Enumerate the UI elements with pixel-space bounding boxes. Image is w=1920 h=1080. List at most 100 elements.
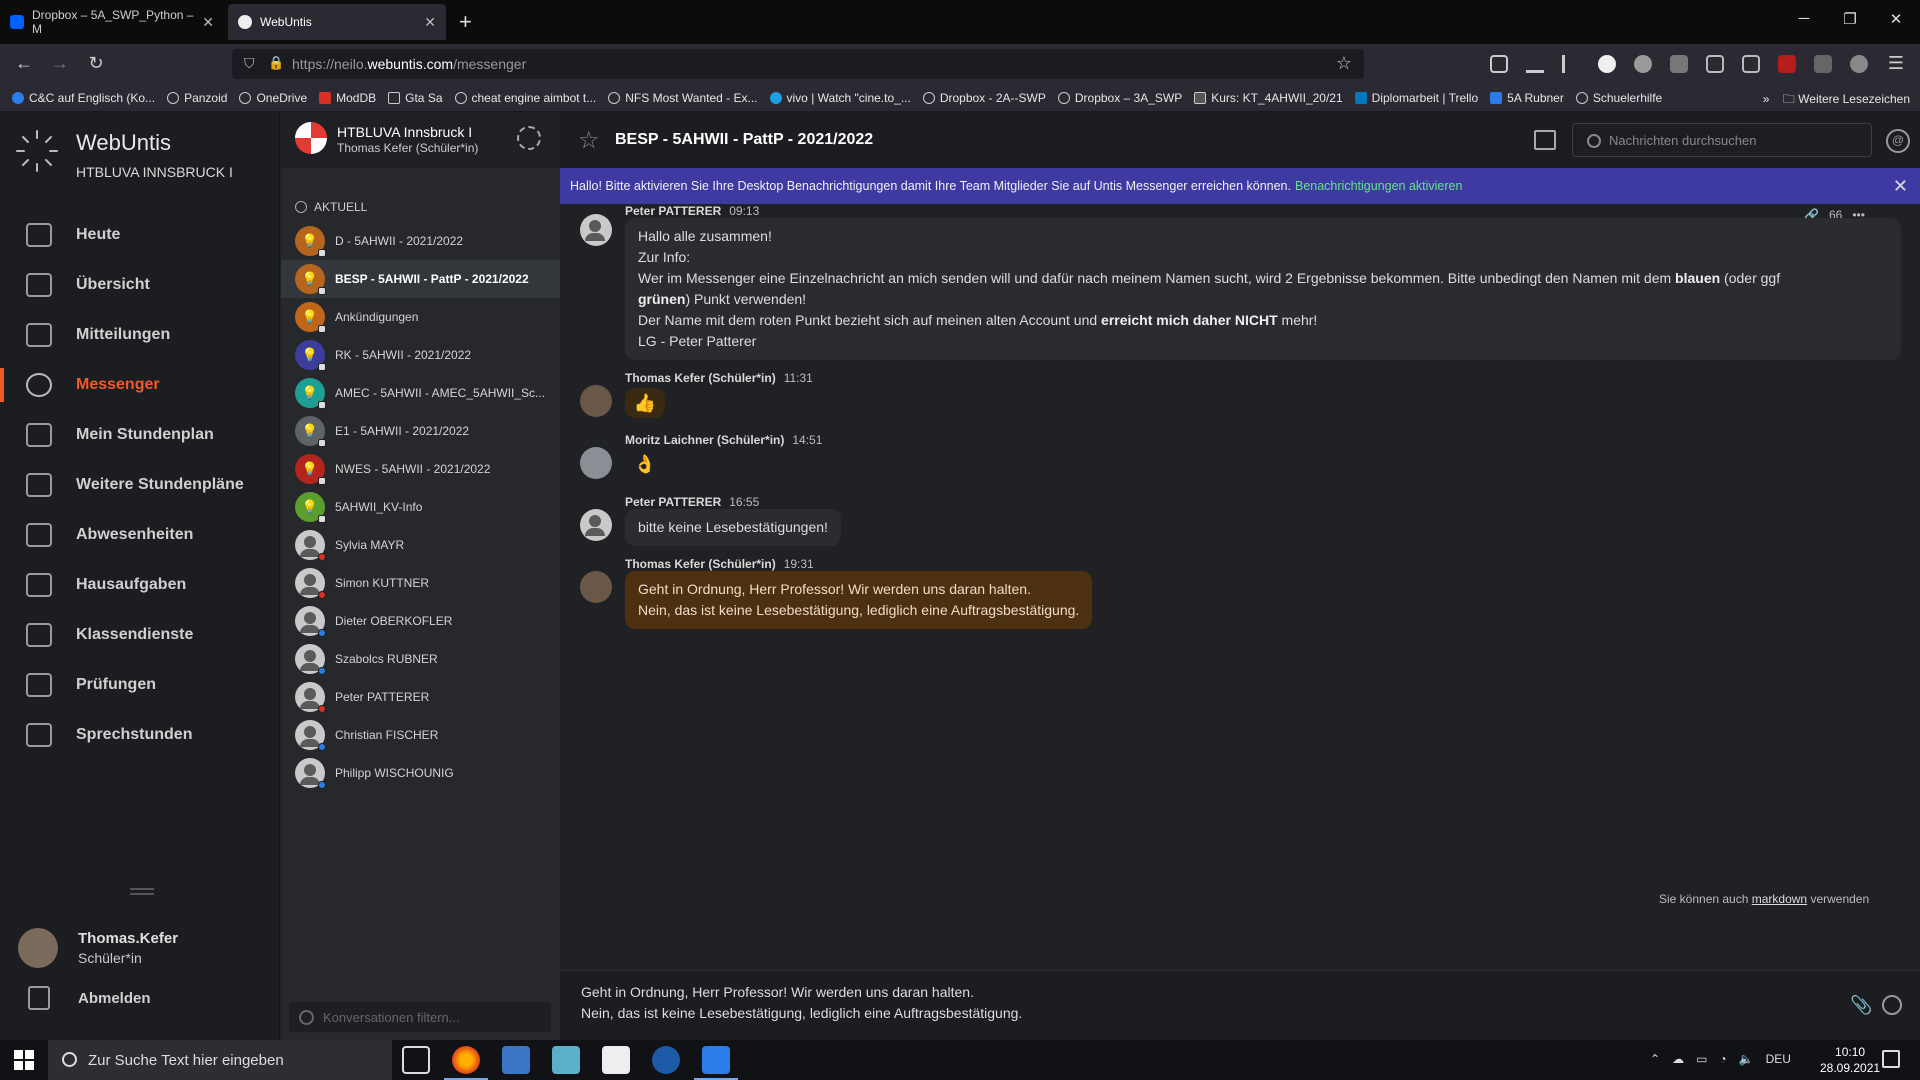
drag-handle-icon[interactable]: [130, 888, 154, 895]
close-icon[interactable]: ✕: [1893, 176, 1908, 197]
bookmark-item[interactable]: Panzoid: [167, 91, 227, 105]
message-input[interactable]: Geht in Ordnung, Herr Professor! Wir wer…: [581, 982, 1022, 1024]
language-indicator[interactable]: DEU: [1766, 1052, 1791, 1066]
bookmark-item[interactable]: vivo | Watch "cine.to_...: [769, 91, 911, 105]
nav-heute[interactable]: Heute: [0, 210, 280, 260]
markdown-link[interactable]: markdown: [1752, 892, 1807, 906]
attachment-icon[interactable]: 📎: [1850, 995, 1872, 1016]
emoji-picker-icon[interactable]: [1882, 995, 1902, 1015]
app-icon[interactable]: [502, 1046, 530, 1074]
nav-uebersicht[interactable]: Übersicht: [0, 260, 280, 310]
extension-icon[interactable]: [1706, 55, 1724, 73]
cloud-icon[interactable]: ☁: [1672, 1052, 1684, 1066]
nav-pruefungen[interactable]: Prüfungen: [0, 660, 280, 710]
logout-button[interactable]: Abmelden: [0, 978, 280, 1018]
extension-icon[interactable]: [1634, 55, 1652, 73]
conversation-item[interactable]: 💡 AMEC - 5AHWII - AMEC_5AHWII_Sc...: [281, 374, 560, 412]
conversation-item[interactable]: 💡 RK - 5AHWII - 2021/2022: [281, 336, 560, 374]
mention-icon[interactable]: @: [1886, 129, 1910, 153]
volume-icon[interactable]: 🔈: [1739, 1052, 1754, 1066]
bookmark-item[interactable]: 5A Rubner: [1490, 91, 1564, 105]
nav-hausaufgaben[interactable]: Hausaufgaben: [0, 560, 280, 610]
bookmark-item[interactable]: cheat engine aimbot t...: [454, 91, 596, 105]
document-icon[interactable]: [694, 1046, 738, 1080]
close-tab-icon[interactable]: ✕: [424, 14, 436, 31]
battery-icon[interactable]: ▭: [1696, 1052, 1707, 1066]
bookmark-item[interactable]: C&C auf Englisch (Ko...: [12, 91, 155, 105]
new-tab-button[interactable]: +: [459, 9, 472, 35]
lock-icon[interactable]: 🔒: [268, 55, 284, 71]
menu-icon[interactable]: ☰: [1884, 53, 1908, 74]
conversation-filter-input[interactable]: Konversationen filtern...: [289, 1002, 551, 1032]
conversation-item[interactable]: Sylvia MAYR: [281, 526, 560, 564]
windows-start-icon[interactable]: [14, 1050, 34, 1070]
favorite-star-icon[interactable]: ☆: [578, 126, 600, 155]
nav-mitteilungen[interactable]: Mitteilungen: [0, 310, 280, 360]
clock[interactable]: 10:10 28.09.2021: [1820, 1044, 1880, 1076]
conversation-item[interactable]: Dieter OBERKOFLER: [281, 602, 560, 640]
extension-icon[interactable]: [1814, 55, 1832, 73]
app-icon[interactable]: [652, 1046, 680, 1074]
nav-klassendienste[interactable]: Klassendienste: [0, 610, 280, 660]
bookmark-star-icon[interactable]: ☆: [1336, 53, 1352, 74]
enable-notifications-link[interactable]: Benachrichtigungen aktivieren: [1295, 179, 1462, 193]
gear-icon[interactable]: [517, 126, 541, 150]
conversation-item[interactable]: 💡 D - 5AHWII - 2021/2022: [281, 222, 560, 260]
conversation-item[interactable]: 💡 E1 - 5AHWII - 2021/2022: [281, 412, 560, 450]
user-name[interactable]: Thomas.Kefer: [78, 930, 178, 947]
conversation-item[interactable]: 💡 BESP - 5AHWII - PattP - 2021/2022: [281, 260, 560, 298]
conversation-item[interactable]: Szabolcs RUBNER: [281, 640, 560, 678]
bookmarks-more[interactable]: » 🗀 Weitere Lesezeichen: [1763, 90, 1910, 111]
ublock-icon[interactable]: [1778, 55, 1796, 73]
reload-icon[interactable]: ↻: [84, 53, 108, 74]
conversation-item[interactable]: Christian FISCHER: [281, 716, 560, 754]
extension-icon[interactable]: [1850, 55, 1868, 73]
extension-icon[interactable]: [1670, 55, 1688, 73]
minimize-window-button[interactable]: ─: [1784, 10, 1824, 27]
extension-icon[interactable]: [1598, 55, 1616, 73]
bookmark-item[interactable]: OneDrive: [239, 91, 307, 105]
conversation-item[interactable]: 💡 NWES - 5AHWII - 2021/2022: [281, 450, 560, 488]
extension-icon[interactable]: [1742, 55, 1760, 73]
conversation-item[interactable]: Simon KUTTNER: [281, 564, 560, 602]
nav-weitere-stundenplaene[interactable]: Weitere Stundenpläne: [0, 460, 280, 510]
nav-abwesenheiten[interactable]: Abwesenheiten: [0, 510, 280, 560]
conversation-item[interactable]: 💡 Ankündigungen: [281, 298, 560, 336]
user-avatar[interactable]: [18, 928, 58, 968]
bookmark-item[interactable]: Gta Sa: [388, 91, 443, 105]
app-icon[interactable]: [552, 1046, 580, 1074]
message-composer[interactable]: Geht in Ordnung, Herr Professor! Wir wer…: [560, 970, 1920, 1040]
message-search-input[interactable]: Nachrichten durchsuchen: [1572, 123, 1872, 157]
bookmark-item[interactable]: NFS Most Wanted - Ex...: [608, 91, 758, 105]
close-tab-icon[interactable]: ✕: [202, 14, 214, 31]
bookmark-item[interactable]: Dropbox - 2A--SWP: [922, 91, 1046, 105]
task-view-icon[interactable]: [402, 1046, 430, 1074]
bookmark-item[interactable]: ModDB: [319, 91, 376, 105]
conversation-item[interactable]: Peter PATTERER: [281, 678, 560, 716]
toggle-details-icon[interactable]: [1534, 130, 1556, 150]
library-icon[interactable]: [1562, 55, 1580, 73]
pocket-icon[interactable]: [1490, 55, 1508, 73]
browser-tab-dropbox[interactable]: Dropbox – 5A_SWP_Python – M ✕: [0, 4, 224, 40]
bookmark-item[interactable]: Schuelerhilfe: [1575, 91, 1662, 105]
browser-tab-webuntis[interactable]: WebUntis ✕: [228, 4, 446, 40]
back-arrow-icon[interactable]: ←: [12, 53, 36, 74]
wifi-icon[interactable]: ◔: [1719, 1052, 1726, 1066]
nav-sprechstunden[interactable]: Sprechstunden: [0, 710, 280, 760]
nav-messenger[interactable]: Messenger: [0, 360, 280, 410]
nav-mein-stundenplan[interactable]: Mein Stundenplan: [0, 410, 280, 460]
shield-icon[interactable]: ⛉: [244, 55, 255, 72]
forward-arrow-icon[interactable]: →: [48, 53, 72, 74]
conversation-item[interactable]: Philipp WISCHOUNIG: [281, 754, 560, 792]
url-bar[interactable]: ⛉ 🔒 https://neilo. webuntis.com/messenger…: [232, 49, 1364, 79]
bookmark-item[interactable]: Dropbox – 3A_SWP: [1057, 91, 1182, 105]
notification-center-icon[interactable]: [1882, 1050, 1900, 1068]
restore-window-button[interactable]: ❐: [1830, 10, 1870, 28]
chevron-up-icon[interactable]: ⌃: [1650, 1052, 1660, 1066]
bookmark-item[interactable]: Diplomarbeit | Trello: [1354, 91, 1478, 105]
firefox-icon[interactable]: [444, 1046, 488, 1080]
close-window-button[interactable]: ✕: [1876, 10, 1916, 28]
download-icon[interactable]: [1526, 55, 1544, 73]
bookmark-item[interactable]: Kurs: KT_4AHWII_20/21: [1194, 91, 1343, 105]
file-icon[interactable]: [602, 1046, 630, 1074]
